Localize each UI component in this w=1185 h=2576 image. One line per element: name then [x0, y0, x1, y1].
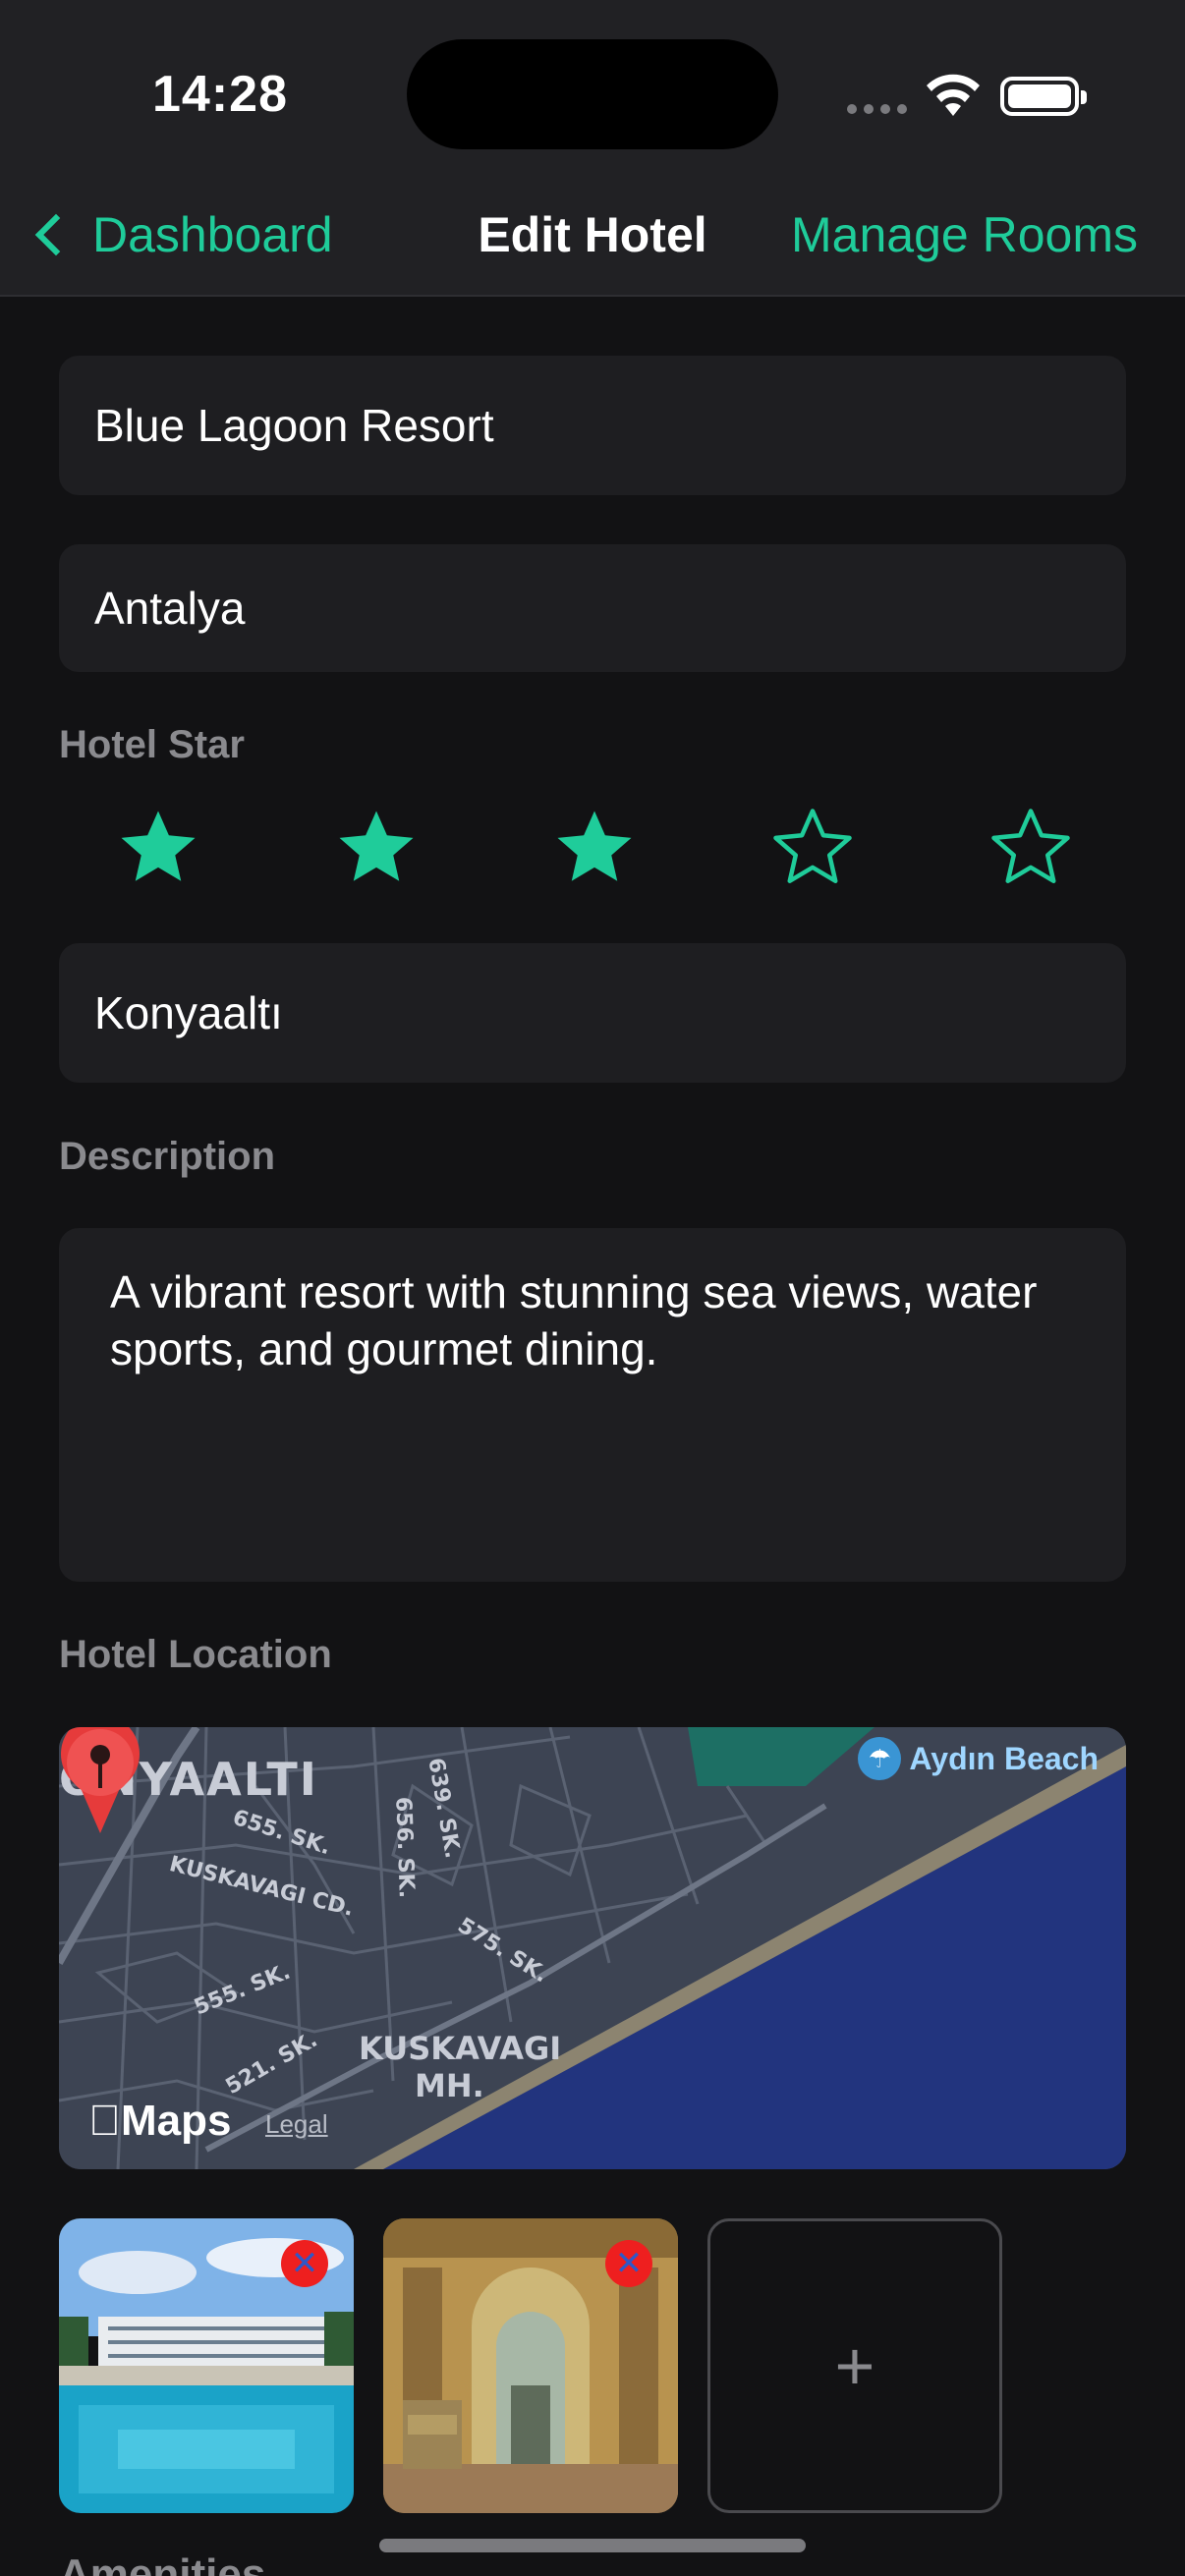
map-poi-label: Aydın Beach: [909, 1740, 1099, 1776]
remove-photo-button[interactable]: ✕: [605, 2240, 652, 2287]
map-street-label: 656. SK.: [390, 1796, 419, 1899]
navigation-bar: Dashboard Edit Hotel Manage Rooms: [0, 177, 1185, 297]
hotel-name-field[interactable]: Blue Lagoon Resort: [59, 356, 1126, 495]
star-rating[interactable]: [59, 804, 1126, 912]
map-pin-icon[interactable]: [59, 1727, 141, 1835]
home-indicator[interactable]: [379, 2539, 806, 2552]
star-icon-outline[interactable]: [768, 804, 857, 892]
description-label: Description: [59, 1135, 276, 1178]
map-neighborhood-label: MH.: [415, 2067, 484, 2104]
description-textarea[interactable]: A vibrant resort with stunning sea views…: [59, 1228, 1126, 1582]
star-icon-filled[interactable]: [550, 804, 639, 892]
star-icon-filled[interactable]: [332, 804, 421, 892]
remove-photo-button[interactable]: ✕: [281, 2240, 328, 2287]
add-photo-button[interactable]: +: [707, 2218, 1002, 2513]
hotel-star-label: Hotel Star: [59, 723, 245, 766]
cellular-signal-icon: [847, 104, 907, 114]
district-field[interactable]: Konyaaltı: [59, 943, 1126, 1083]
city-field[interactable]: Antalya: [59, 544, 1126, 672]
hotel-photo-pool[interactable]: ✕: [59, 2218, 354, 2513]
chevron-left-icon: [34, 213, 78, 256]
dynamic-island: [407, 39, 778, 149]
back-label: Dashboard: [92, 207, 333, 262]
umbrella-icon: ☂: [858, 1737, 902, 1780]
status-bar: 14:28: [0, 0, 1185, 177]
status-time: 14:28: [152, 66, 288, 123]
hotel-photo-lobby[interactable]: ✕: [383, 2218, 678, 2513]
manage-rooms-button[interactable]: Manage Rooms: [791, 206, 1138, 263]
location-map[interactable]: ONYAALTI 655. SK. KUSKAVAGI CD. 656. SK.…: [59, 1727, 1126, 2169]
map-poi[interactable]: ☂ Aydın Beach: [858, 1737, 1099, 1780]
back-button[interactable]: Dashboard: [22, 206, 333, 263]
star-icon-filled[interactable]: [114, 804, 202, 892]
map-legal-link[interactable]: Legal: [265, 2109, 328, 2140]
hotel-location-label: Hotel Location: [59, 1633, 332, 1676]
apple-maps-logo: Maps: [88, 2097, 231, 2145]
amenities-label: Amenities: [59, 2550, 266, 2576]
map-neighborhood-label: KUSKAVAGI: [359, 2030, 562, 2067]
battery-icon: [1000, 77, 1087, 116]
star-icon-outline[interactable]: [987, 804, 1075, 892]
wifi-icon: [927, 74, 980, 116]
